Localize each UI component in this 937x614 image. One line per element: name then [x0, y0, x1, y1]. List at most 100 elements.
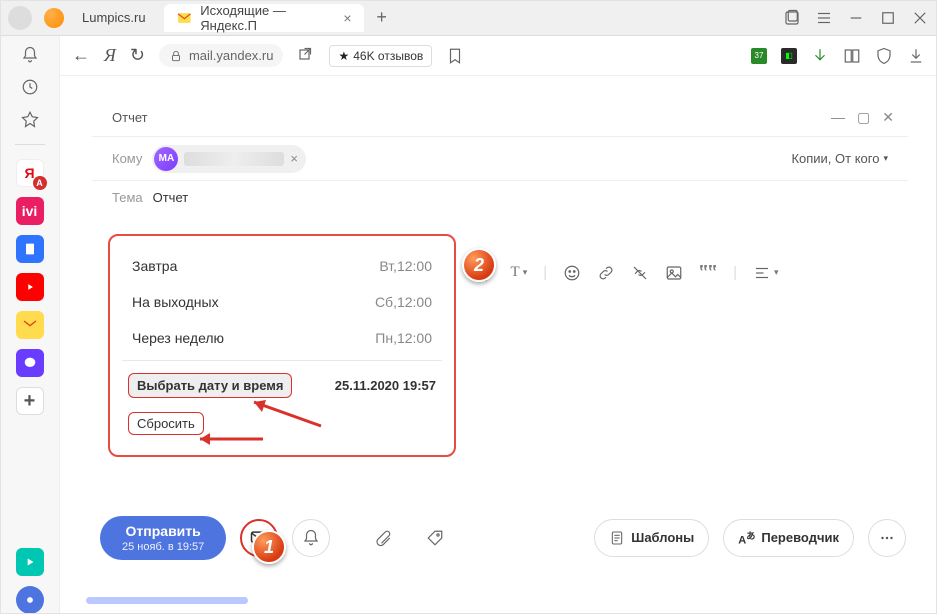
- recipient-chip[interactable]: MA ×: [152, 145, 306, 173]
- subject-label: Тема: [112, 190, 143, 205]
- compose-window: Отчет — ▢ ✕ Кому MA × Копии, От кого ▾ Т…: [92, 98, 908, 208]
- toolbar-divider: |: [543, 264, 547, 281]
- compose-restore-icon[interactable]: ▢: [857, 109, 870, 126]
- select-datetime-button[interactable]: Выбрать дату и время: [128, 373, 292, 398]
- copies-label: Копии, От кого: [791, 151, 879, 166]
- send-button[interactable]: Отправить 25 нояб. в 19:57: [100, 516, 226, 560]
- schedule-option-tomorrow[interactable]: Завтра Вт,12:00: [110, 248, 454, 284]
- shield-icon[interactable]: [875, 47, 893, 65]
- sidebar-divider: [15, 144, 45, 145]
- star-icon: ★: [338, 49, 349, 63]
- align-button[interactable]: ▾: [753, 264, 779, 282]
- templates-label: Шаблоны: [631, 530, 694, 545]
- popup-divider: [122, 360, 442, 361]
- format-toolbar: ▾ T▾ | ‟‟ | ▾: [468, 262, 779, 283]
- sidebar-app-docs[interactable]: [16, 235, 44, 263]
- compose-close-icon[interactable]: ✕: [882, 109, 894, 126]
- sidebar-app-youtube[interactable]: [16, 273, 44, 301]
- sidebar-app-yandex[interactable]: Я A: [16, 159, 44, 187]
- chevron-down-icon: ▾: [774, 267, 779, 278]
- selected-datetime-value: 25.11.2020 19:57: [335, 378, 436, 393]
- callout-arrow-reset: [188, 430, 268, 448]
- templates-button[interactable]: Шаблоны: [594, 519, 709, 557]
- tab-outbox[interactable]: Исходящие — Яндекс.П ×: [164, 4, 364, 32]
- tab-title: Исходящие — Яндекс.П: [200, 3, 335, 33]
- sidebar-app-ivi[interactable]: ivi: [16, 197, 44, 225]
- recipient-row: Кому MA × Копии, От кого ▾: [92, 136, 908, 180]
- recipient-avatar: MA: [154, 147, 178, 171]
- minimize-icon[interactable]: [847, 9, 865, 27]
- attach-button[interactable]: [364, 519, 402, 557]
- callout-badge-2: 2: [462, 248, 496, 282]
- favorites-icon[interactable]: [19, 108, 41, 130]
- image-icon[interactable]: [665, 264, 683, 282]
- chip-remove-icon[interactable]: ×: [290, 151, 298, 166]
- unlink-icon[interactable]: [631, 264, 649, 282]
- downloads-icon[interactable]: [907, 47, 925, 65]
- address-bar[interactable]: mail.yandex.ru: [159, 44, 284, 67]
- quote-icon[interactable]: ‟‟: [699, 262, 717, 283]
- option-label: На выходных: [132, 294, 219, 310]
- translator-button[interactable]: Aあ Переводчик: [723, 519, 854, 557]
- close-icon[interactable]: ×: [343, 10, 351, 26]
- yandex-home-button[interactable]: Я: [104, 45, 116, 66]
- history-icon[interactable]: [19, 76, 41, 98]
- tab-title: Lumpics.ru: [82, 10, 146, 25]
- translator-label: Переводчик: [761, 530, 839, 545]
- external-link-icon[interactable]: [297, 47, 315, 65]
- mail-icon: [176, 9, 193, 27]
- compose-titlebar: Отчет — ▢ ✕: [92, 98, 908, 136]
- extension-calendar-icon[interactable]: 37: [751, 48, 767, 64]
- profile-avatar[interactable]: [8, 6, 32, 30]
- callout-arrow-select: [236, 396, 326, 432]
- text-style-button[interactable]: T▾: [511, 264, 528, 281]
- sidebar-app-play[interactable]: [16, 548, 44, 576]
- browser-toolbar: ← Я ↻ mail.yandex.ru ★ 46K отзывов 37 ◧: [60, 36, 937, 76]
- compose-minimize-icon[interactable]: —: [831, 109, 845, 126]
- reviews-text: 46K отзывов: [353, 49, 423, 63]
- sidebar-add-button[interactable]: +: [16, 387, 44, 415]
- sidebar-app-alice[interactable]: [16, 586, 44, 614]
- subject-value[interactable]: Отчет: [153, 190, 189, 205]
- schedule-option-next-week[interactable]: Через неделю Пн,12:00: [110, 320, 454, 356]
- collections-icon[interactable]: [783, 9, 801, 27]
- new-tab-button[interactable]: +: [370, 6, 394, 30]
- compose-title: Отчет: [112, 110, 148, 125]
- toolbar-divider: |: [733, 264, 737, 281]
- reviews-badge[interactable]: ★ 46K отзывов: [329, 45, 432, 67]
- compose-action-bar: Отправить 25 нояб. в 19:57 Шаблоны Aあ Пе…: [100, 516, 906, 560]
- sidebar-app-messenger[interactable]: [16, 349, 44, 377]
- reminder-button[interactable]: [292, 519, 330, 557]
- sidebar-app-mail[interactable]: [16, 311, 44, 339]
- copies-toggle[interactable]: Копии, От кого ▾: [791, 151, 888, 166]
- maximize-icon[interactable]: [879, 9, 897, 27]
- label-button[interactable]: [416, 519, 454, 557]
- badge-a-icon: A: [33, 176, 47, 190]
- url-text: mail.yandex.ru: [189, 48, 274, 63]
- menu-icon[interactable]: [815, 9, 833, 27]
- tab-lumpics[interactable]: Lumpics.ru: [70, 4, 158, 32]
- option-time: Сб,12:00: [375, 294, 432, 310]
- scrollbar-indicator[interactable]: [86, 597, 248, 604]
- extension-dark-icon[interactable]: ◧: [781, 48, 797, 64]
- recipient-name-redacted: [184, 152, 284, 166]
- back-button[interactable]: ←: [72, 45, 90, 66]
- emoji-icon[interactable]: [563, 264, 581, 282]
- callout-badge-1: 1: [252, 530, 286, 564]
- schedule-option-weekend[interactable]: На выходных Сб,12:00: [110, 284, 454, 320]
- subject-row: Тема Отчет: [92, 180, 908, 208]
- notifications-icon[interactable]: [19, 44, 41, 66]
- option-label: Через неделю: [132, 330, 224, 346]
- download-arrow-icon[interactable]: [811, 47, 829, 65]
- more-button[interactable]: [868, 519, 906, 557]
- reload-button[interactable]: ↻: [130, 45, 145, 66]
- bookmark-icon[interactable]: [446, 47, 464, 65]
- lock-icon: [169, 49, 183, 63]
- reader-icon[interactable]: [843, 47, 861, 65]
- browser-sidebar: Я A ivi +: [0, 36, 60, 614]
- option-time: Пн,12:00: [375, 330, 432, 346]
- window-close-icon[interactable]: [911, 9, 929, 27]
- chevron-down-icon: ▾: [523, 267, 528, 278]
- link-icon[interactable]: [597, 264, 615, 282]
- chevron-down-icon: ▾: [883, 153, 888, 164]
